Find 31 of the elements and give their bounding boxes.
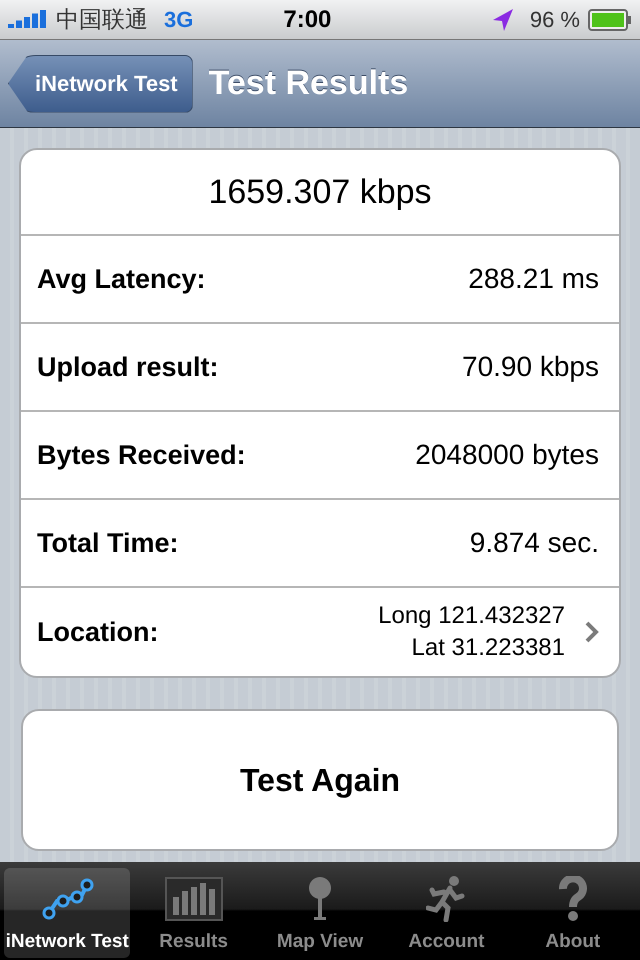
coordinate-value: Long 121.432327	[378, 601, 565, 631]
coordinate-value: Lat 31.223381	[412, 633, 565, 663]
clock: 7:00	[283, 4, 332, 34]
row-label: Location:	[37, 616, 158, 649]
screen-title: Test Results	[208, 63, 408, 104]
row-value: 288.21 ms	[468, 262, 599, 296]
tab-item[interactable]: Results	[130, 868, 257, 958]
row-value: 2048000 bytes	[415, 438, 599, 472]
signal-icon	[8, 10, 48, 30]
row-value: 9.874 sec.	[470, 526, 599, 560]
row-label: Upload result:	[37, 350, 219, 384]
row-label: Avg Latency:	[37, 262, 206, 296]
test-again-button[interactable]: Test Again	[21, 709, 619, 851]
location-arrow-icon	[492, 8, 514, 32]
back-button[interactable]: iNetwork Test	[8, 54, 193, 112]
row-label: Total Time:	[37, 526, 179, 560]
carrier-name: 中国联通	[56, 5, 148, 34]
running-figure-icon	[426, 876, 466, 922]
battery-icon	[588, 8, 632, 30]
row-label: Bytes Received:	[37, 438, 246, 472]
tab-item[interactable]: About	[510, 868, 636, 958]
speed-value: 1659.307 kbps	[208, 172, 432, 212]
tab-item[interactable]: Account	[383, 868, 510, 958]
battery-percent: 96 %	[530, 6, 580, 34]
chevron-icon	[585, 621, 599, 643]
tab-item[interactable]: iNetwork Test	[4, 868, 130, 958]
tab-item[interactable]: Map View	[256, 868, 384, 958]
bar-chart-icon	[164, 876, 223, 920]
question-mark-icon	[558, 876, 588, 922]
row-value: 70.90 kbps	[462, 350, 599, 384]
network-type: 3G	[164, 6, 194, 34]
